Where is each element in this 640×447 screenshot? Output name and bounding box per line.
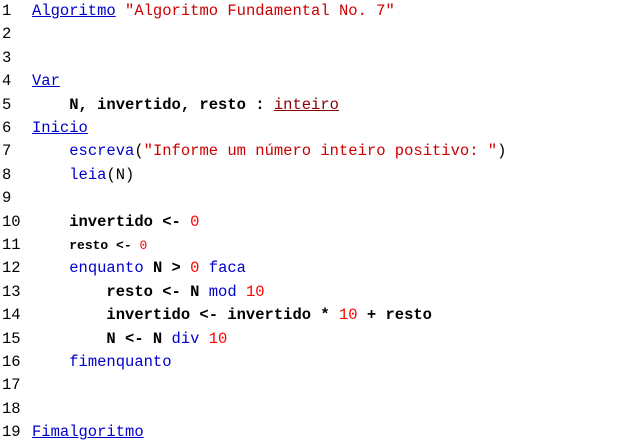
line-number: 4	[2, 72, 12, 91]
code-line[interactable]: 16 fimenquanto	[0, 351, 172, 374]
code-line[interactable]: 6 Inicio	[0, 117, 88, 140]
code-token: fimenquanto	[69, 353, 172, 371]
code-token: div	[171, 329, 200, 348]
code-line[interactable]: 10 invertido <- 0	[0, 211, 199, 234]
line-number: 6	[2, 119, 12, 137]
code-content: fimenquanto	[32, 351, 172, 374]
code-token: escreva	[69, 142, 135, 161]
code-content: invertido <- 0	[32, 211, 199, 234]
code-token: N <- N	[32, 329, 172, 348]
line-number: 18	[2, 399, 21, 418]
code-token: resto <-	[69, 238, 140, 253]
code-token: "Informe um número inteiro positivo: "	[143, 142, 498, 161]
code-token: invertido <-	[32, 212, 191, 231]
code-line[interactable]: 17	[0, 374, 32, 397]
code-line[interactable]: 18	[0, 398, 32, 421]
line-number: 14	[2, 306, 21, 325]
code-editor[interactable]: 1 Algoritmo "Algoritmo Fundamental No. 7"…	[0, 0, 640, 447]
code-token: "Algoritmo Fundamental No. 7"	[125, 2, 395, 20]
code-token: N, invertido, resto :	[32, 95, 274, 114]
line-number: 2	[2, 25, 12, 44]
line-number: 19	[2, 423, 21, 442]
code-line[interactable]: 3	[0, 47, 32, 70]
code-token: enquanto	[69, 259, 144, 278]
line-number: 10	[2, 212, 21, 231]
line-number: 16	[2, 353, 21, 371]
code-line[interactable]: 5 N, invertido, resto : inteiro	[0, 94, 339, 117]
code-content: escreva("Informe um número inteiro posit…	[32, 140, 506, 163]
code-token: Var	[32, 72, 60, 91]
code-content: Var	[32, 70, 60, 93]
line-number: 8	[2, 165, 12, 184]
code-token: 0	[190, 212, 200, 231]
code-token: Algoritmo	[32, 2, 116, 20]
code-token: 10	[208, 329, 228, 348]
code-token: resto <- N	[32, 282, 209, 301]
code-line[interactable]: 8 leia(N)	[0, 164, 134, 187]
code-token: Inicio	[32, 119, 88, 137]
code-content: N <- N div 10	[32, 328, 227, 351]
code-token: faca	[208, 259, 246, 278]
code-line[interactable]: 15 N <- N div 10	[0, 328, 227, 351]
line-number: 1	[2, 2, 12, 20]
code-line[interactable]: 12 enquanto N > 0 faca	[0, 257, 246, 280]
code-line[interactable]: 13 resto <- N mod 10	[0, 281, 265, 304]
line-number: 9	[2, 189, 12, 208]
code-line[interactable]: 2	[0, 23, 32, 46]
code-token: Fimalgoritmo	[32, 423, 144, 442]
code-content: enquanto N > 0 faca	[32, 257, 246, 280]
code-line[interactable]: 9	[0, 187, 32, 210]
line-number: 15	[2, 329, 21, 348]
code-line[interactable]: 19 Fimalgoritmo	[0, 421, 144, 444]
code-token: leia	[69, 165, 107, 184]
line-number: 5	[2, 95, 12, 114]
code-line[interactable]: 4 Var	[0, 70, 60, 93]
code-token: inteiro	[273, 95, 339, 114]
code-line[interactable]: 14 invertido <- invertido * 10 + resto	[0, 304, 432, 327]
code-line[interactable]: 11 resto <- 0	[0, 234, 147, 257]
line-number: 3	[2, 48, 12, 67]
code-line[interactable]: 1 Algoritmo "Algoritmo Fundamental No. 7"	[0, 0, 395, 23]
code-token: (N)	[106, 165, 135, 184]
code-line[interactable]: 7 escreva("Informe um número inteiro pos…	[0, 140, 506, 163]
code-content: resto <- 0	[32, 234, 147, 257]
code-content: resto <- N mod 10	[32, 281, 265, 304]
code-token: 10	[338, 306, 358, 325]
line-number: 12	[2, 259, 21, 278]
code-token: N >	[143, 259, 191, 278]
code-token: mod	[208, 282, 237, 301]
code-token: invertido <- invertido *	[32, 306, 339, 325]
code-content: invertido <- invertido * 10 + resto	[32, 304, 432, 327]
code-token: 0	[139, 238, 148, 253]
code-token: 10	[245, 282, 265, 301]
code-content: Inicio	[32, 117, 88, 140]
line-number: 11	[2, 236, 21, 254]
code-token: + resto	[357, 306, 432, 325]
code-token: (	[134, 142, 144, 161]
line-number: 17	[2, 376, 21, 395]
code-content: leia(N)	[32, 164, 134, 187]
code-content: N, invertido, resto : inteiro	[32, 94, 339, 117]
code-content: Fimalgoritmo	[32, 421, 144, 444]
code-token: )	[497, 142, 507, 161]
line-number: 7	[2, 142, 12, 161]
code-content: Algoritmo "Algoritmo Fundamental No. 7"	[32, 0, 395, 23]
line-number: 13	[2, 282, 21, 301]
